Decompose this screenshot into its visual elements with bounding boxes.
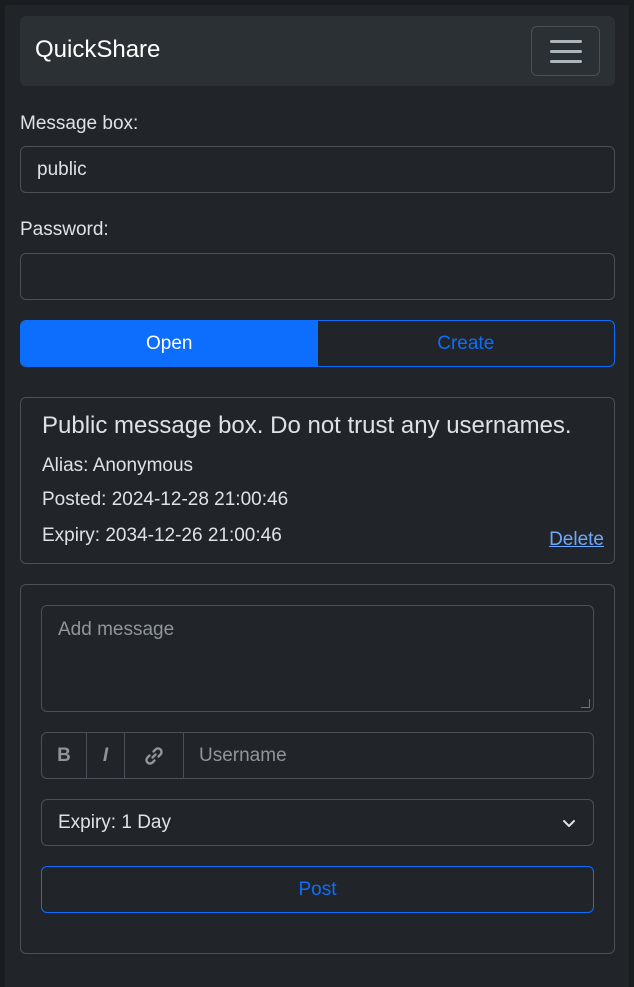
message-card: Public message box. Do not trust any use… (20, 397, 615, 564)
username-placeholder: Username (199, 744, 287, 766)
hamburger-menu-icon-line (549, 59, 582, 63)
message-box-input[interactable]: public (20, 146, 615, 193)
create-button[interactable]: Create (318, 321, 615, 366)
message-posted: Posted: 2024-12-28 21:00:46 (42, 489, 289, 510)
password-input[interactable] (20, 253, 615, 300)
chevron-down-icon (563, 819, 575, 827)
message-box-label: Message box: (20, 113, 139, 134)
open-button[interactable]: Open (21, 321, 318, 366)
message-textarea[interactable]: Add message (41, 605, 594, 712)
message-text: Public message box. Do not trust any use… (42, 412, 572, 439)
compose-card: Add message B I Username Expiry: 1 Day P… (20, 584, 615, 954)
window-frame-top (0, 0, 634, 5)
password-label: Password: (20, 219, 109, 240)
link-button[interactable] (125, 733, 184, 778)
expiry-value: Expiry: 1 Day (58, 811, 171, 833)
brand-title[interactable]: QuickShare (35, 36, 160, 64)
format-toolbar: B I Username (41, 732, 594, 779)
message-placeholder: Add message (58, 619, 175, 640)
navbar-toggle-button[interactable] (531, 26, 600, 76)
link-icon (145, 746, 163, 765)
open-create-toggle: Open Create (20, 320, 615, 367)
expiry-select[interactable]: Expiry: 1 Day (41, 799, 594, 846)
italic-button[interactable]: I (87, 733, 125, 778)
message-expiry: Expiry: 2034-12-26 21:00:46 (42, 525, 282, 546)
navbar: QuickShare (20, 16, 615, 86)
hamburger-menu-icon (549, 39, 582, 43)
bold-button[interactable]: B (42, 733, 87, 778)
post-button[interactable]: Post (41, 866, 594, 913)
username-input[interactable]: Username (184, 733, 593, 778)
window-frame-left (0, 0, 5, 987)
hamburger-menu-icon-line (549, 49, 582, 53)
resize-handle-icon[interactable] (581, 699, 590, 708)
delete-link[interactable]: Delete (549, 529, 604, 551)
message-alias: Alias: Anonymous (42, 455, 194, 476)
window-frame-right (629, 0, 634, 987)
